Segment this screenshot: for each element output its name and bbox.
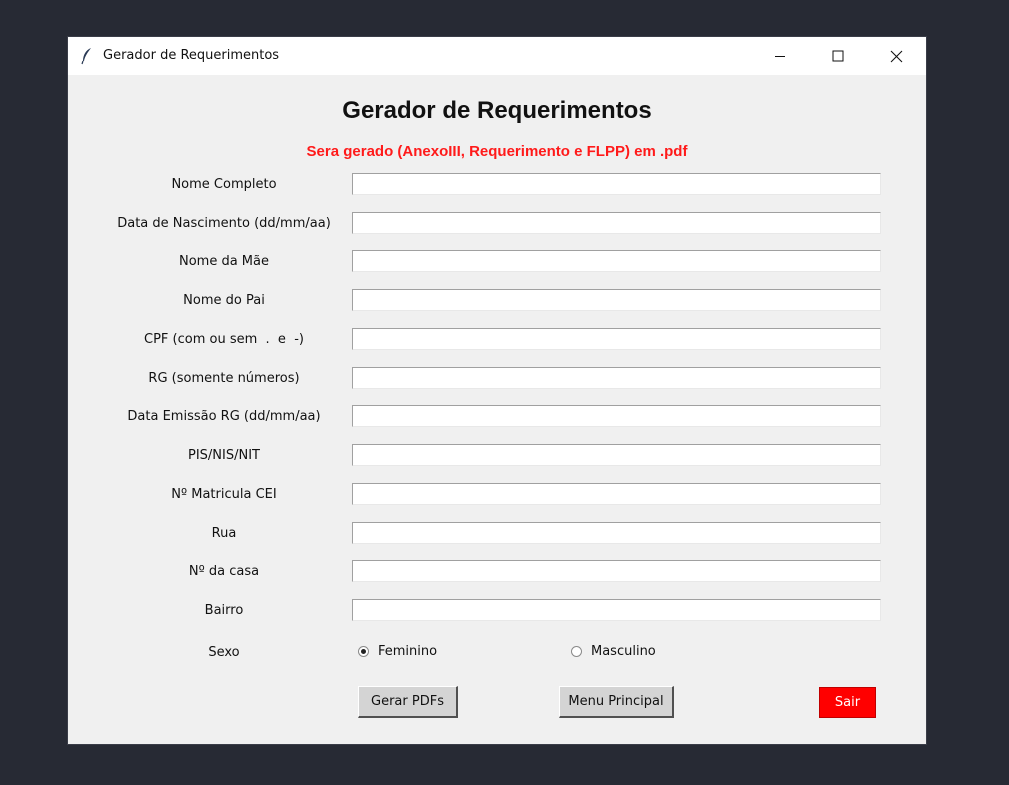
sair-button[interactable]: Sair xyxy=(819,687,876,718)
field-row-bairro: Bairro xyxy=(68,599,926,623)
data-nascimento-input[interactable] xyxy=(352,212,881,234)
window-title: Gerador de Requerimentos xyxy=(103,48,280,63)
cpf-input[interactable] xyxy=(352,328,881,350)
nome-completo-input[interactable] xyxy=(352,173,881,195)
page-title: Gerador de Requerimentos xyxy=(342,97,652,124)
close-button[interactable] xyxy=(867,37,925,75)
sexo-row: Sexo Feminino Masculino xyxy=(68,641,926,665)
field-row-data-nascimento: Data de Nascimento (dd/mm/aa) xyxy=(68,212,926,236)
title-bar[interactable]: Gerador de Requerimentos xyxy=(68,37,926,75)
radio-label: Feminino xyxy=(378,644,438,659)
minimize-icon xyxy=(775,56,785,57)
radio-masculino[interactable]: Masculino xyxy=(571,644,656,659)
field-label: Data de Nascimento (dd/mm/aa) xyxy=(117,216,331,231)
sexo-label: Sexo xyxy=(208,645,240,660)
field-row-rua: Rua xyxy=(68,522,926,546)
field-row-nome-completo: Nome Completo xyxy=(68,173,926,197)
field-row-pis: PIS/NIS/NIT xyxy=(68,444,926,468)
feather-icon xyxy=(81,48,91,65)
field-row-numero-casa: Nº da casa xyxy=(68,560,926,584)
field-label: Nome da Mãe xyxy=(178,254,269,269)
numero-casa-input[interactable] xyxy=(352,560,881,582)
menu-principal-button[interactable]: Menu Principal xyxy=(559,686,674,718)
field-row-rg: RG (somente números) xyxy=(68,367,926,391)
nome-mae-input[interactable] xyxy=(352,250,881,272)
data-emissao-rg-input[interactable] xyxy=(352,405,881,427)
field-label: Rua xyxy=(211,526,237,541)
rg-input[interactable] xyxy=(352,367,881,389)
field-row-matricula-cei: Nº Matricula CEI xyxy=(68,483,926,507)
radio-unselected-icon xyxy=(571,646,582,657)
field-label: Data Emissão RG (dd/mm/aa) xyxy=(127,409,321,424)
field-label: Nº da casa xyxy=(188,564,260,579)
radio-label: Masculino xyxy=(591,644,656,659)
minimize-button[interactable] xyxy=(751,37,809,75)
maximize-button[interactable] xyxy=(809,37,867,75)
field-label: Nº Matricula CEI xyxy=(171,487,277,502)
field-row-nome-mae: Nome da Mãe xyxy=(68,250,926,274)
rua-input[interactable] xyxy=(352,522,881,544)
field-row-nome-pai: Nome do Pai xyxy=(68,289,926,313)
field-label: Nome do Pai xyxy=(183,293,265,308)
field-label: RG (somente números) xyxy=(148,371,300,386)
gerar-pdfs-button[interactable]: Gerar PDFs xyxy=(358,686,458,718)
page-subtitle: Sera gerado (AnexoIII, Requerimento e FL… xyxy=(306,143,688,160)
field-label: CPF (com ou sem . e -) xyxy=(144,332,304,347)
field-row-cpf: CPF (com ou sem . e -) xyxy=(68,328,926,352)
app-window: Gerador de Requerimentos Gerador de Requ… xyxy=(68,37,926,744)
radio-feminino[interactable]: Feminino xyxy=(358,644,437,659)
pis-input[interactable] xyxy=(352,444,881,466)
bairro-input[interactable] xyxy=(352,599,881,621)
field-label: Nome Completo xyxy=(171,177,277,192)
nome-pai-input[interactable] xyxy=(352,289,881,311)
field-row-data-emissao-rg: Data Emissão RG (dd/mm/aa) xyxy=(68,405,926,429)
close-icon xyxy=(890,50,902,62)
radio-selected-icon xyxy=(358,646,369,657)
maximize-icon xyxy=(832,50,844,62)
matricula-cei-input[interactable] xyxy=(352,483,881,505)
field-label: Bairro xyxy=(204,603,244,618)
field-label: PIS/NIS/NIT xyxy=(188,448,260,463)
